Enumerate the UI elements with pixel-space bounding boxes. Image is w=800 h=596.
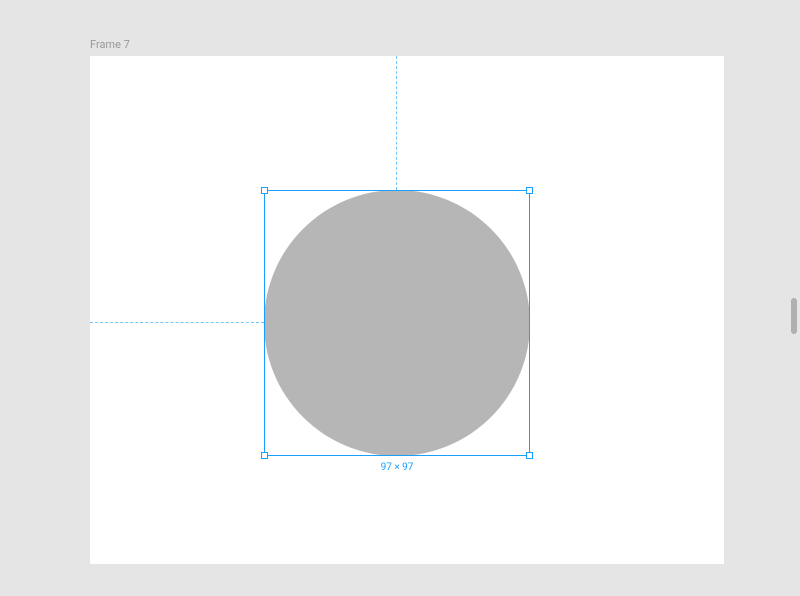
frame-label[interactable]: Frame 7 (90, 38, 130, 51)
ellipse-shape[interactable] (264, 190, 530, 456)
scrollbar-vertical-thumb[interactable] (791, 298, 797, 334)
selection-dimension-label: 97 × 97 (264, 462, 530, 473)
canvas[interactable]: Frame 7 97 × 97 (0, 0, 800, 596)
